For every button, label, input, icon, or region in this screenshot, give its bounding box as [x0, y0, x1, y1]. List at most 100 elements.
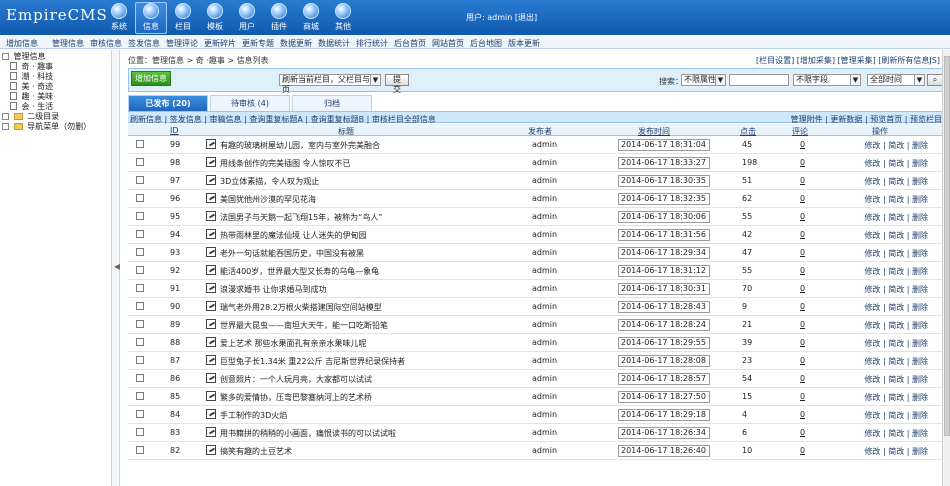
menu-item-update-fragments[interactable]: 更新碎片: [204, 38, 236, 49]
row-comments[interactable]: 0: [800, 302, 805, 311]
row-comments[interactable]: 0: [800, 176, 805, 185]
row-actions[interactable]: 修改 | 简改 | 删除: [864, 266, 928, 277]
row-actions[interactable]: 修改 | 简改 | 删除: [864, 302, 928, 313]
nav-info[interactable]: 信息: [135, 2, 167, 34]
tree-item-label[interactable]: 奇 · 趣事: [22, 62, 54, 71]
edit-icon[interactable]: [206, 283, 216, 293]
menu-item-admin-home[interactable]: 后台首页: [394, 38, 426, 49]
row-checkbox[interactable]: [136, 338, 144, 346]
row-comments[interactable]: 0: [800, 392, 805, 401]
row-checkbox[interactable]: [136, 158, 144, 166]
edit-icon[interactable]: [206, 247, 216, 257]
row-actions[interactable]: 修改 | 简改 | 删除: [864, 176, 928, 187]
row-checkbox[interactable]: [136, 176, 144, 184]
row-checkbox[interactable]: [136, 428, 144, 436]
edit-icon[interactable]: [206, 427, 216, 437]
field-select[interactable]: 不限字段 ▼: [793, 74, 861, 86]
row-checkbox[interactable]: [136, 230, 144, 238]
edit-icon[interactable]: [206, 157, 216, 167]
tree-item-nav-menu[interactable]: 导航菜单（勿删）: [2, 122, 91, 132]
tree-root-label[interactable]: 管理信息: [14, 52, 46, 61]
edit-icon[interactable]: [206, 139, 216, 149]
vertical-scrollbar[interactable]: [942, 50, 950, 486]
row-title[interactable]: 法国男子与天鹅一起飞翔15年，被称为“鸟人”: [220, 212, 460, 223]
refresh-select[interactable]: 刷新当前栏目，父栏目与首页 ▼: [279, 74, 381, 94]
row-checkbox[interactable]: [136, 194, 144, 202]
edit-icon[interactable]: [206, 373, 216, 383]
row-comments[interactable]: 0: [800, 428, 805, 437]
edit-icon[interactable]: [206, 175, 216, 185]
tree-item-label[interactable]: 潮 · 科技: [22, 72, 54, 81]
edit-icon[interactable]: [206, 409, 216, 419]
tree-item-shenghuo[interactable]: 会 · 生活: [2, 102, 91, 112]
row-title[interactable]: 热带雨林里的魔法仙境 让人迷失的伊甸园: [220, 230, 460, 241]
row-actions[interactable]: 修改 | 简改 | 删除: [864, 410, 928, 421]
tree-root-expander[interactable]: [2, 53, 9, 60]
row-title[interactable]: 用线条创作的完美插图 令人惊叹不已: [220, 158, 460, 169]
row-checkbox[interactable]: [136, 302, 144, 310]
row-comments[interactable]: 0: [800, 284, 805, 293]
edit-icon[interactable]: [206, 355, 216, 365]
nav-template[interactable]: 模板: [199, 2, 231, 34]
nav-column[interactable]: 栏目: [167, 2, 199, 34]
row-title[interactable]: 3D立体素描，令人叹为观止: [220, 176, 460, 187]
row-comments[interactable]: 0: [800, 266, 805, 275]
row-actions[interactable]: 修改 | 简改 | 删除: [864, 356, 928, 367]
row-comments[interactable]: 0: [800, 410, 805, 419]
row-actions[interactable]: 修改 | 简改 | 删除: [864, 140, 928, 151]
row-comments[interactable]: 0: [800, 158, 805, 167]
nav-other[interactable]: 其他: [327, 2, 359, 34]
row-comments[interactable]: 0: [800, 446, 805, 455]
tree-expander[interactable]: [2, 123, 9, 130]
menu-item-site-home[interactable]: 网站首页: [432, 38, 464, 49]
row-title[interactable]: 手工制作的3D火焰: [220, 410, 460, 421]
menu-item-add-info[interactable]: 增加信息: [6, 38, 38, 49]
nav-user[interactable]: 用户: [231, 2, 263, 34]
row-actions[interactable]: 修改 | 简改 | 删除: [864, 446, 928, 457]
edit-icon[interactable]: [206, 391, 216, 401]
nav-system[interactable]: 系统: [103, 2, 135, 34]
row-actions[interactable]: 修改 | 简改 | 删除: [864, 338, 928, 349]
row-actions[interactable]: 修改 | 简改 | 删除: [864, 284, 928, 295]
tab-archive[interactable]: 归档: [292, 95, 372, 111]
user-name[interactable]: admin: [487, 13, 512, 22]
row-checkbox[interactable]: [136, 392, 144, 400]
edit-icon[interactable]: [206, 319, 216, 329]
row-checkbox[interactable]: [136, 446, 144, 454]
row-title[interactable]: 创意照片：一个人玩月亮，大家都可以试试: [220, 374, 460, 385]
row-checkbox[interactable]: [136, 374, 144, 382]
row-actions[interactable]: 修改 | 简改 | 删除: [864, 248, 928, 259]
sidebar-splitter[interactable]: ◀: [112, 50, 120, 486]
row-title[interactable]: 老外一句话就能吞国历史，中国没有被黑: [220, 248, 460, 259]
submit-button[interactable]: 提交: [385, 74, 409, 94]
row-actions[interactable]: 修改 | 简改 | 删除: [864, 374, 928, 385]
row-actions[interactable]: 修改 | 简改 | 删除: [864, 230, 928, 241]
right-links[interactable]: [栏目设置] [增加采集] [管理采集] [刷新所有信息JS]: [756, 55, 940, 66]
edit-icon[interactable]: [206, 193, 216, 203]
tab-pending[interactable]: 待审核 (4): [210, 95, 290, 111]
row-title[interactable]: 浪漫求婚书 让你求婚马到成功: [220, 284, 460, 295]
search-input[interactable]: [729, 74, 789, 86]
tree-item-second-level[interactable]: 二级目录: [2, 112, 91, 122]
menu-item-update-topics[interactable]: 更新专题: [242, 38, 274, 49]
row-comments[interactable]: 0: [800, 140, 805, 149]
row-actions[interactable]: 修改 | 简改 | 删除: [864, 428, 928, 439]
tree-item-label[interactable]: 趣 · 美味: [22, 92, 54, 101]
tree-item-qiji[interactable]: 美 · 奇迹: [2, 82, 91, 92]
menu-item-sign-info[interactable]: 签发信息: [128, 38, 160, 49]
row-actions[interactable]: 修改 | 简改 | 删除: [864, 194, 928, 205]
scrollbar-thumb[interactable]: [944, 56, 950, 436]
tree-item-label[interactable]: 会 · 生活: [22, 102, 54, 111]
menu-item-rank-stats[interactable]: 排行统计: [356, 38, 388, 49]
menu-item-review-info[interactable]: 审核信息: [90, 38, 122, 49]
edit-icon[interactable]: [206, 211, 216, 221]
row-checkbox[interactable]: [136, 212, 144, 220]
nav-shop[interactable]: 商城: [295, 2, 327, 34]
row-title[interactable]: 搞笑有趣的土豆艺术: [220, 446, 460, 457]
row-checkbox[interactable]: [136, 284, 144, 292]
time-select[interactable]: 全部时间 ▼: [867, 74, 925, 86]
row-title[interactable]: 用书籍拼的稍稍的小画面，痛恨读书的可以试试啦: [220, 428, 460, 439]
add-info-button[interactable]: 增加信息: [131, 71, 171, 86]
tree-item-label[interactable]: 美 · 奇迹: [22, 82, 54, 91]
menu-item-data-stats[interactable]: 数据统计: [318, 38, 350, 49]
